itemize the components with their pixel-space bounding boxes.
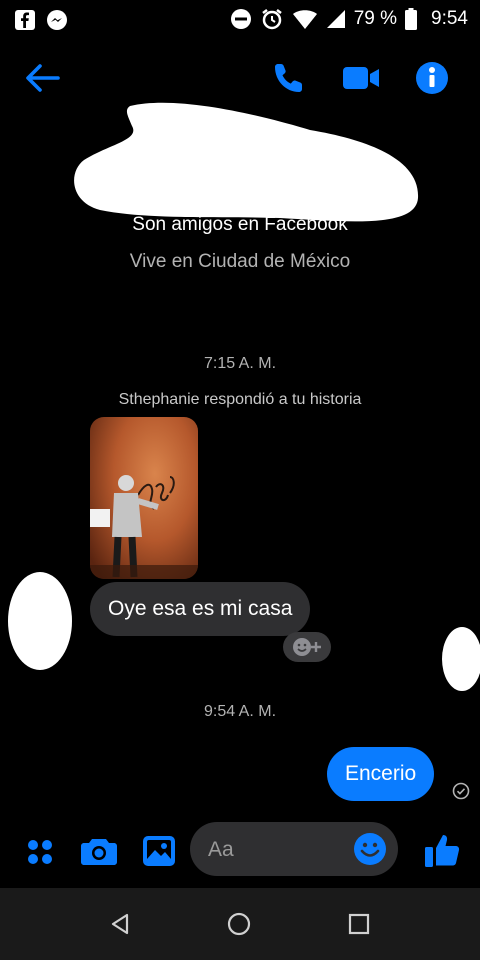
four-dots-icon [28, 840, 52, 864]
image-gallery-icon [143, 836, 175, 866]
voice-call-button[interactable] [268, 58, 310, 98]
conversation-info-button[interactable] [412, 58, 452, 98]
emoji-button[interactable] [352, 831, 388, 867]
arrow-left-icon [26, 64, 60, 92]
incoming-message-text: Oye esa es mi casa [108, 597, 293, 620]
circle-home-icon [227, 912, 251, 936]
status-bar-system: 79 % 9:54 [230, 7, 468, 31]
message-timestamp: 9:54 A. M. [203, 703, 277, 720]
do-not-disturb-icon [230, 8, 252, 30]
message-input[interactable]: Aa [190, 822, 398, 876]
redaction-mark [8, 572, 72, 670]
phone-icon [275, 64, 302, 92]
thumbs-up-icon [425, 835, 460, 867]
camera-icon [81, 839, 117, 865]
messenger-notification-icon [46, 9, 68, 36]
outgoing-message-bubble[interactable]: Encerio [327, 747, 435, 801]
signal-icon [326, 9, 346, 29]
sender-avatar-redaction [6, 570, 74, 672]
incoming-message-bubble[interactable]: Oye esa es mi casa [90, 582, 311, 636]
battery-icon [405, 8, 418, 30]
nav-home-button[interactable] [223, 908, 255, 940]
status-bar-notifications [14, 9, 68, 36]
alarm-icon [260, 7, 284, 31]
video-call-button[interactable] [340, 58, 382, 98]
more-actions-button[interactable] [20, 832, 60, 872]
outgoing-message-text: Encerio [345, 762, 417, 785]
conversation-header [0, 48, 480, 108]
clock-time: 9:54 [431, 8, 468, 29]
battery-percent: 79 % [353, 8, 398, 29]
facebook-notification-icon [14, 9, 36, 36]
read-receipt-redaction [440, 626, 480, 692]
friends-status: Son amigos en Facebook [132, 214, 348, 235]
redaction-mark [442, 627, 480, 691]
nav-back-button[interactable] [104, 908, 136, 940]
nav-recents-button[interactable] [343, 908, 375, 940]
info-icon [416, 62, 448, 94]
like-button[interactable] [420, 828, 464, 872]
story-thumbnail[interactable] [90, 417, 198, 579]
status-bar: 79 % 9:54 [0, 0, 480, 38]
square-recents-icon [348, 913, 370, 935]
back-button[interactable] [20, 58, 64, 98]
triangle-back-icon [111, 913, 129, 935]
video-icon [343, 67, 379, 89]
system-navigation-bar [0, 888, 480, 960]
location-info: Vive en Ciudad de México [129, 251, 351, 272]
delivered-check-icon [452, 782, 470, 805]
message-timestamp: 7:15 A. M. [203, 355, 277, 372]
redaction-mark [74, 102, 419, 222]
profile-redaction [70, 100, 420, 228]
wifi-icon [292, 8, 318, 30]
message-input-placeholder: Aa [208, 838, 234, 861]
camera-button[interactable] [78, 830, 120, 872]
add-reaction-icon [293, 638, 321, 656]
smiley-icon [354, 833, 386, 865]
story-image [90, 475, 198, 579]
add-reaction-button[interactable] [283, 632, 331, 662]
gallery-button[interactable] [138, 830, 180, 872]
story-reply-note: Sthephanie respondió a tu historia [118, 391, 362, 408]
